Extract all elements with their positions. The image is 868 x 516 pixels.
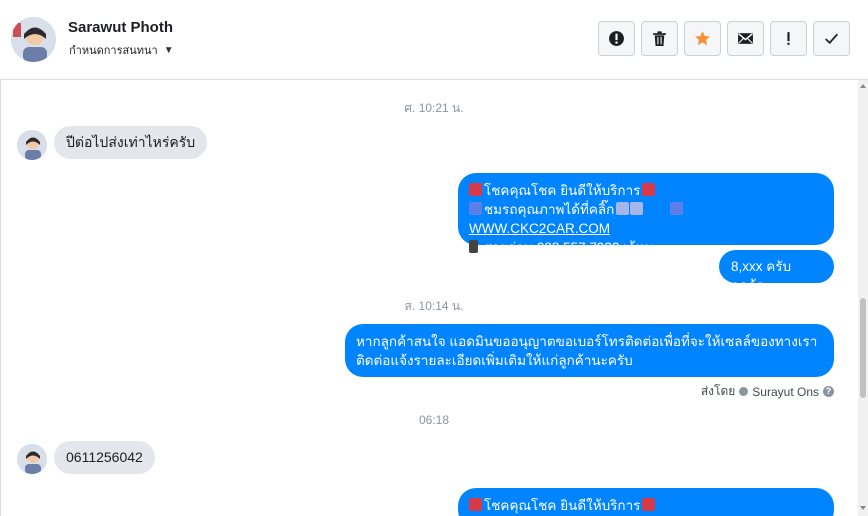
red-square-emoji-icon <box>642 183 656 196</box>
mark-spam-button[interactable] <box>598 21 635 56</box>
timestamp: ส. 10:14 น. <box>404 299 464 313</box>
star-button[interactable] <box>684 21 721 56</box>
scroll-up-arrow-icon[interactable] <box>860 84 866 88</box>
contact-name[interactable]: Sarawut Photh <box>68 19 173 36</box>
message-line: ชมรถคุณภาพได้ที่คลิ๊ก <box>484 202 615 217</box>
follow-up-button[interactable] <box>770 21 807 56</box>
mark-unread-button[interactable] <box>727 21 764 56</box>
mark-done-button[interactable] <box>813 21 850 56</box>
red-square-emoji-icon <box>469 498 482 511</box>
sent-by-label: ส่งโดย Surayut Ons ? <box>701 382 834 401</box>
message-line: สายด่วน 088 557 7932 เจ้หนู <box>483 240 654 255</box>
trash-icon <box>653 31 666 46</box>
down-arrow-emoji-icon <box>616 202 630 215</box>
admin-status-icon <box>739 387 749 396</box>
message-line: หากลูกค้าสนใจ แอดมินขออนุญาตขอเบอร์โทรติ… <box>356 334 818 349</box>
down-arrow-emoji-icon <box>630 202 644 215</box>
incoming-message[interactable]: 0611256042 <box>54 441 155 474</box>
check-icon <box>825 33 838 44</box>
scroll-down-arrow-icon[interactable] <box>860 506 866 510</box>
incoming-message[interactable]: ปีต่อไปส่งเท่าไหร่ครับ <box>54 126 208 159</box>
outgoing-message[interactable]: โชคคุณโชค ยินดีให้บริการ ชมรถคุณภาพได้ที… <box>458 173 834 255</box>
timestamp: 06:18 <box>418 413 450 427</box>
outgoing-message[interactable]: หากลูกค้าสนใจ แอดมินขออนุญาตขอเบอร์โทรติ… <box>345 324 834 377</box>
outgoing-message[interactable]: 8,xxx ครับลูกค้า <box>719 250 834 293</box>
red-square-emoji-icon <box>469 183 482 196</box>
sent-by-name[interactable]: Surayut Ons <box>752 385 819 399</box>
star-icon <box>695 31 710 46</box>
sender-avatar <box>17 444 47 474</box>
red-square-emoji-icon <box>642 498 656 511</box>
envelope-icon <box>738 33 753 44</box>
message-line: โชคคุณโชค ยินดีให้บริการ <box>484 498 641 513</box>
contact-avatar[interactable] <box>11 17 56 62</box>
website-link[interactable]: WWW.CKC2CAR.COM <box>469 221 610 236</box>
phone-emoji-icon <box>469 240 478 253</box>
exclamation-icon <box>787 32 790 45</box>
timestamp: ศ. 10:21 น. <box>404 101 464 115</box>
sent-by-prefix: ส่งโดย <box>700 384 736 398</box>
conversation-header: Sarawut Photh กำหนดการสนทนา ▼ <box>0 0 868 80</box>
message-line: โชคคุณโชค ยินดีให้บริการ <box>484 183 641 198</box>
delete-button[interactable] <box>641 21 678 56</box>
message-line: ติดต่อแจ้งรายละเอียดเพิ่มเติมให้แก่ลูกค้… <box>356 353 633 368</box>
conversation-actions <box>598 21 850 56</box>
caret-down-icon: ▼ <box>163 44 174 56</box>
scrollbar-thumb[interactable] <box>860 298 866 398</box>
play-arrow-emoji-icon <box>670 202 684 215</box>
play-arrow-emoji-icon <box>469 202 482 215</box>
outgoing-message[interactable]: โชคคุณโชค ยินดีให้บริการ <box>458 488 834 516</box>
help-icon[interactable]: ? <box>823 386 834 397</box>
alert-circle-icon <box>609 31 624 46</box>
conversation-status-dropdown[interactable]: กำหนดการสนทนา ▼ <box>69 41 174 59</box>
sender-avatar <box>17 130 47 160</box>
conversation-status-label: กำหนดการสนทนา <box>69 45 158 57</box>
